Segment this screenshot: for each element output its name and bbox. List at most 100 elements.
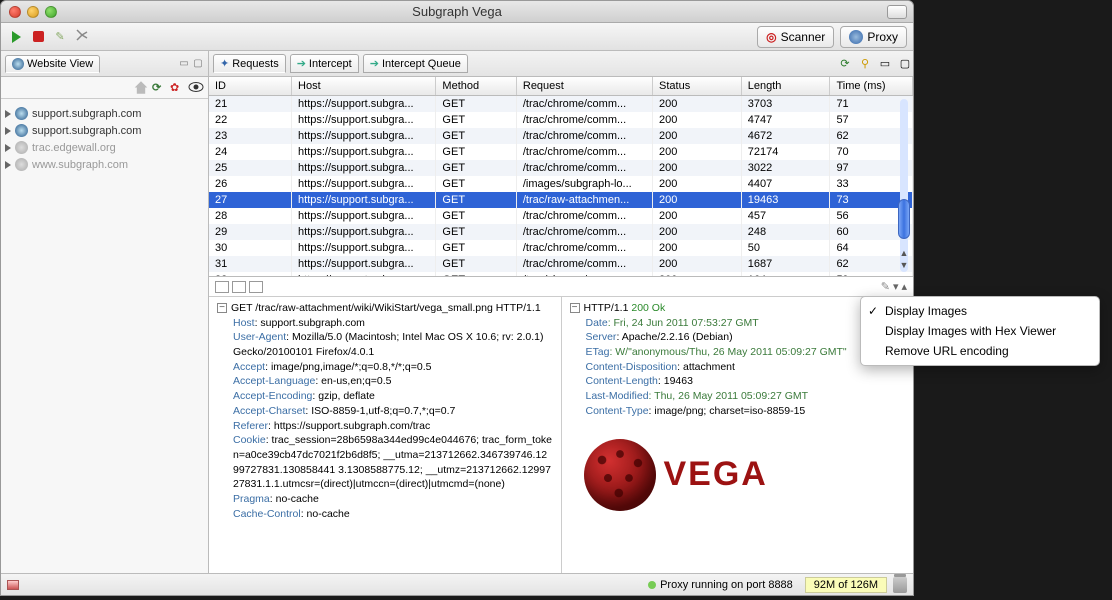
scanner-label: Scanner (781, 30, 826, 44)
cell-method: GET (436, 176, 516, 192)
cell-host: https://support.subgra... (292, 128, 436, 144)
cell-req: /trac/raw-attachmen... (516, 192, 652, 208)
cell-status: 200 (653, 160, 742, 176)
minimize-panel-icon[interactable]: ▭ (178, 58, 190, 70)
sidebar-host-item[interactable]: support.subgraph.com (5, 105, 204, 122)
edit-button[interactable]: ✎ (51, 28, 69, 46)
eye-icon[interactable] (188, 81, 202, 95)
table-row[interactable]: 28https://support.subgra...GET/trac/chro… (209, 208, 913, 224)
minimize-panel-icon[interactable]: ▭ (877, 56, 893, 72)
trash-icon[interactable] (893, 577, 907, 593)
app-window: Subgraph Vega ✎ ◎ Scanner Proxy Website V… (0, 0, 914, 596)
scanner-button[interactable]: ◎ Scanner (757, 26, 834, 48)
cell-len: 4672 (741, 128, 830, 144)
status-swatch-icon[interactable] (7, 580, 19, 590)
table-scrollbar[interactable]: ▲ ▼ (897, 99, 911, 272)
col-length[interactable]: Length (741, 77, 830, 96)
filter-icon[interactable]: ⚲ (857, 56, 873, 72)
table-row[interactable]: 27https://support.subgra...GET/trac/raw-… (209, 192, 913, 208)
table-row[interactable]: 25https://support.subgra...GET/trac/chro… (209, 160, 913, 176)
collapse-icon[interactable]: − (217, 303, 227, 313)
table-row[interactable]: 29https://support.subgra...GET/trac/chro… (209, 224, 913, 240)
table-row[interactable]: 23https://support.subgra...GET/trac/chro… (209, 128, 913, 144)
vega-logo-text: VEGA (664, 451, 768, 499)
chevron-down-icon[interactable]: ▾ (893, 280, 899, 293)
titlebar[interactable]: Subgraph Vega (1, 1, 913, 23)
sidebar-host-item[interactable]: www.subgraph.com (5, 156, 204, 173)
table-row[interactable]: 32https://support.subgra...GET/trac/chro… (209, 272, 913, 277)
cell-host: https://support.subgra... (292, 240, 436, 256)
cell-len: 164 (741, 272, 830, 277)
request-detail[interactable]: −GET /trac/raw-attachment/wiki/WikiStart… (209, 297, 561, 573)
request-line: GET /trac/raw-attachment/wiki/WikiStart/… (231, 301, 541, 316)
sidebar-host-item[interactable]: support.subgraph.com (5, 122, 204, 139)
layout-split-h-button[interactable] (232, 281, 246, 293)
cell-id: 29 (209, 224, 292, 240)
refresh-icon[interactable]: ⟳ (152, 81, 166, 95)
tab-intercept[interactable]: ➔Intercept (290, 54, 359, 73)
sidebar-host-item[interactable]: trac.edgewall.org (5, 139, 204, 156)
requests-table-wrap: ID Host Method Request Status Length Tim… (209, 77, 913, 277)
col-time[interactable]: Time (ms) (830, 77, 913, 96)
disclosure-triangle-icon[interactable] (5, 144, 11, 152)
tab-intercept-queue[interactable]: ➔Intercept Queue (363, 54, 468, 73)
cell-len: 3703 (741, 96, 830, 113)
col-id[interactable]: ID (209, 77, 292, 96)
scroll-down-icon[interactable]: ▼ (899, 260, 909, 270)
disclosure-triangle-icon[interactable] (5, 127, 11, 135)
cell-len: 4407 (741, 176, 830, 192)
disclosure-triangle-icon[interactable] (5, 161, 11, 169)
table-row[interactable]: 31https://support.subgra...GET/trac/chro… (209, 256, 913, 272)
menu-display-images[interactable]: Display Images (861, 301, 1099, 321)
maximize-panel-icon[interactable]: ▢ (192, 58, 204, 70)
table-row[interactable]: 22https://support.subgra...GET/trac/chro… (209, 112, 913, 128)
chevron-up-icon[interactable]: ▴ (901, 280, 907, 293)
tab-label: Website View (27, 58, 93, 70)
play-button[interactable] (7, 28, 25, 46)
cell-host: https://support.subgra... (292, 192, 436, 208)
tab-website-view[interactable]: Website View (5, 55, 100, 73)
menu-display-images-hex[interactable]: Display Images with Hex Viewer (861, 321, 1099, 341)
table-row[interactable]: 30https://support.subgra...GET/trac/chro… (209, 240, 913, 256)
target-icon: ◎ (766, 30, 776, 44)
host-tree[interactable]: support.subgraph.com support.subgraph.com… (1, 99, 208, 573)
home-icon[interactable] (134, 81, 148, 95)
layout-split-v-button[interactable] (249, 281, 263, 293)
edit-icon[interactable]: ✎ (881, 280, 890, 293)
requests-table[interactable]: ID Host Method Request Status Length Tim… (209, 77, 913, 277)
gear-icon[interactable]: ✿ (170, 81, 184, 95)
maximize-panel-icon[interactable]: ▢ (897, 56, 913, 72)
cell-req: /images/subgraph-lo... (516, 176, 652, 192)
col-host[interactable]: Host (292, 77, 436, 96)
stop-button[interactable] (29, 28, 47, 46)
cell-status: 200 (653, 176, 742, 192)
arrow-right-icon: ➔ (297, 57, 306, 70)
host-label: support.subgraph.com (32, 125, 141, 137)
globe-icon (15, 124, 28, 137)
window-pill-button[interactable] (887, 5, 907, 19)
cell-host: https://support.subgra... (292, 96, 436, 113)
table-row[interactable]: 21https://support.subgra...GET/trac/chro… (209, 96, 913, 113)
table-row[interactable]: 26https://support.subgra...GET/images/su… (209, 176, 913, 192)
vega-logo-icon (584, 439, 656, 511)
disclosure-triangle-icon[interactable] (5, 110, 11, 118)
cell-req: /trac/chrome/comm... (516, 160, 652, 176)
branch-button[interactable] (73, 28, 91, 46)
col-request[interactable]: Request (516, 77, 652, 96)
proxy-button[interactable]: Proxy (840, 26, 907, 48)
host-label: www.subgraph.com (32, 159, 128, 171)
table-row[interactable]: 24https://support.subgra...GET/trac/chro… (209, 144, 913, 160)
cell-id: 21 (209, 96, 292, 113)
detail-panes: −GET /trac/raw-attachment/wiki/WikiStart… (209, 297, 913, 573)
globe-icon (12, 58, 24, 70)
refresh-icon[interactable]: ⟳ (837, 56, 853, 72)
layout-single-button[interactable] (215, 281, 229, 293)
collapse-icon[interactable]: − (570, 303, 580, 313)
memory-status: 92M of 126M (805, 577, 887, 593)
tab-requests[interactable]: ✦Requests (213, 54, 286, 73)
scroll-up-icon[interactable]: ▲ (899, 248, 909, 258)
globe-icon (15, 158, 28, 171)
menu-remove-url-encoding[interactable]: Remove URL encoding (861, 341, 1099, 361)
col-status[interactable]: Status (653, 77, 742, 96)
col-method[interactable]: Method (436, 77, 516, 96)
